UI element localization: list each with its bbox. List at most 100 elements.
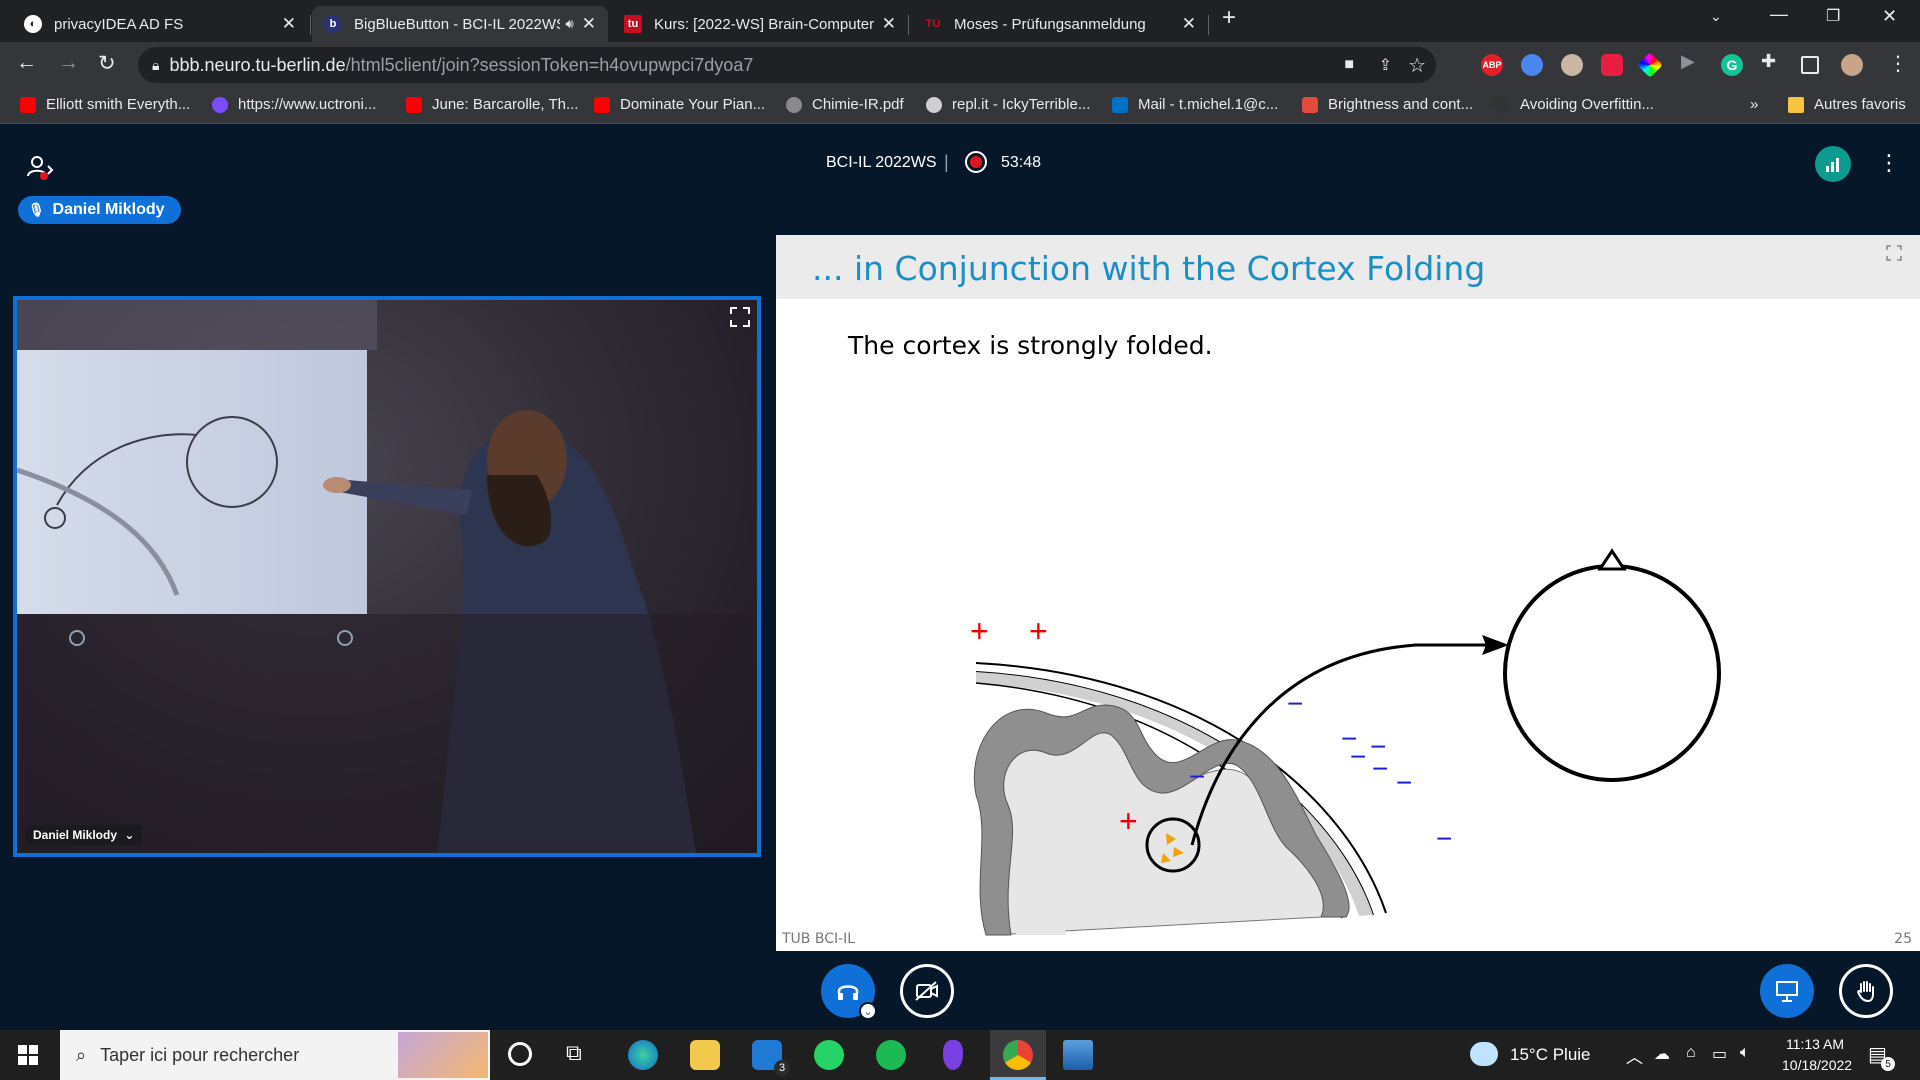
bookmark-item[interactable]: Brightness and cont... xyxy=(1302,96,1473,113)
options-menu-icon[interactable]: ⋮ xyxy=(1878,150,1900,176)
minus-label: − xyxy=(1189,761,1206,792)
lock-icon[interactable]: 🔒︎ xyxy=(152,57,159,74)
address-bar[interactable]: 🔒︎ bbb.neuro.tu-berlin.de/html5client/jo… xyxy=(138,47,1436,83)
grammarly-icon[interactable]: G xyxy=(1721,54,1743,76)
share-icon[interactable]: ⇪ xyxy=(1379,55,1392,75)
task-view-icon[interactable]: ⧉ xyxy=(566,1040,582,1066)
extensions-puzzle-icon[interactable]: ✚ xyxy=(1761,51,1783,73)
bookmark-item[interactable]: Mail - t.michel.1@c... xyxy=(1112,96,1278,113)
tab-title: Moses - Prüfungsanmeldung xyxy=(954,15,1146,33)
connection-status-button[interactable] xyxy=(1815,146,1851,182)
mail-icon[interactable]: 3 xyxy=(752,1040,790,1076)
reload-icon[interactable]: ↻ xyxy=(98,51,116,76)
restore-icon[interactable]: ❐ xyxy=(1826,6,1840,26)
globe-icon xyxy=(786,96,802,113)
audio-playing-icon[interactable]: 🔊︎ xyxy=(566,16,574,32)
bookmark-item[interactable]: Avoiding Overfittin... xyxy=(1494,96,1654,113)
recording-indicator-icon[interactable] xyxy=(965,151,987,173)
clock-date: 10/18/2022 xyxy=(1782,1057,1853,1073)
extension-color-icon[interactable] xyxy=(1637,52,1663,78)
browser-menu-icon[interactable]: ⋮ xyxy=(1888,51,1908,76)
tab-kurs[interactable]: tu Kurs: [2022-WS] Brain-Computer ✕ xyxy=(612,6,908,42)
file-explorer-icon[interactable] xyxy=(690,1040,720,1070)
raise-hand-button[interactable] xyxy=(1839,964,1893,1018)
windows-start-icon[interactable] xyxy=(18,1045,38,1065)
tab-moses[interactable]: TU Moses - Prüfungsanmeldung ✕ xyxy=(912,6,1208,42)
close-window-icon[interactable]: ✕ xyxy=(1882,6,1897,27)
side-panel-icon[interactable] xyxy=(1801,56,1819,74)
close-tab-icon[interactable]: ✕ xyxy=(882,14,896,34)
chevron-down-icon: ⌄ xyxy=(124,828,135,842)
user-list-toggle-icon[interactable] xyxy=(26,154,56,182)
bookmark-item[interactable]: https://www.uctroni... xyxy=(212,96,376,113)
hand-icon xyxy=(1857,981,1874,1003)
device-icon[interactable]: ⌂ xyxy=(1686,1044,1696,1062)
outlook-icon xyxy=(1112,96,1128,113)
camera-blocked-icon[interactable]: ■ xyxy=(1344,56,1354,74)
recording-time: 53:48 xyxy=(1001,154,1042,171)
fullscreen-icon[interactable] xyxy=(729,306,751,328)
close-tab-icon[interactable]: ✕ xyxy=(582,14,596,34)
close-tab-icon[interactable]: ✕ xyxy=(1182,14,1196,34)
tab-privacyidea[interactable]: ◐ privacyIDEA AD FS ✕ xyxy=(12,6,308,42)
presentation-toggle-button[interactable] xyxy=(1760,964,1814,1018)
bookmark-item[interactable]: repl.it - IckyTerrible... xyxy=(926,96,1090,113)
webcam-video[interactable]: Daniel Miklody ⌄ xyxy=(13,296,761,857)
minimize-icon[interactable]: — xyxy=(1770,4,1788,25)
youtube-icon xyxy=(594,96,610,113)
clock[interactable]: 11:13 AM 10/18/2022 xyxy=(1782,1036,1853,1073)
notification-count: 5 xyxy=(1881,1057,1895,1071)
plus-label: + xyxy=(1029,613,1048,649)
webcam-username-dropdown[interactable]: Daniel Miklody ⌄ xyxy=(25,825,143,845)
cortana-icon[interactable] xyxy=(508,1042,532,1066)
forward-icon[interactable]: → xyxy=(58,51,79,75)
volume-icon[interactable]: 🔈︎ xyxy=(1740,1044,1750,1062)
weather-text[interactable]: 15°C Pluie xyxy=(1510,1045,1591,1065)
windows-taskbar: ⌕ Taper ici pour rechercher ⧉ 3 15°C Plu… xyxy=(0,1030,1920,1080)
chrome-taskbar-button[interactable] xyxy=(990,1030,1046,1080)
back-icon[interactable]: ← xyxy=(16,51,37,75)
edge-icon[interactable] xyxy=(628,1040,658,1070)
minus-label: − xyxy=(1350,741,1367,772)
signal-bars-icon xyxy=(1826,158,1839,172)
bookmarks-overflow[interactable]: » xyxy=(1750,96,1758,113)
bookmark-item[interactable]: Elliott smith Everyth... xyxy=(20,96,190,113)
folder-icon xyxy=(1788,96,1804,113)
new-tab-icon[interactable]: + xyxy=(1222,4,1236,32)
share-webcam-button[interactable] xyxy=(900,964,954,1018)
bookmark-item[interactable]: June: Barcarolle, Th... xyxy=(406,96,578,113)
title-separator: | xyxy=(944,152,949,172)
onedrive-cloud-icon[interactable]: ☁ xyxy=(1654,1044,1670,1064)
talking-indicator[interactable]: 🎙︎ Daniel Miklody xyxy=(18,196,181,224)
bigbluebutton-favicon-icon: b xyxy=(324,15,342,33)
close-tab-icon[interactable]: ✕ xyxy=(282,14,296,34)
extension-red-icon[interactable] xyxy=(1601,54,1623,76)
minus-label: − xyxy=(1436,823,1453,854)
bookmark-star-icon[interactable]: ☆ xyxy=(1408,53,1426,78)
profile-avatar[interactable] xyxy=(1841,54,1863,76)
chevron-down-icon[interactable]: ⌄ xyxy=(859,1002,877,1020)
taskbar-search-input[interactable]: ⌕ Taper ici pour rechercher xyxy=(60,1030,490,1080)
presentation-slide[interactable]: ... in Conjunction with the Cortex Foldi… xyxy=(776,235,1920,951)
extension-play-icon[interactable]: ▶ xyxy=(1681,51,1703,73)
audio-button[interactable]: ⌄ xyxy=(821,964,877,1020)
replit-icon xyxy=(926,96,942,113)
extension-blue-icon[interactable] xyxy=(1521,54,1543,76)
obsidian-icon[interactable] xyxy=(943,1040,963,1070)
photos-icon[interactable] xyxy=(1063,1040,1093,1070)
battery-icon[interactable]: ▭ xyxy=(1712,1044,1727,1064)
bookmark-item[interactable]: Dominate Your Pian... xyxy=(594,96,765,113)
adblock-plus-icon[interactable]: ABP xyxy=(1481,54,1503,76)
weather-cloud-icon[interactable] xyxy=(1470,1042,1498,1066)
tab-bigbluebutton[interactable]: b BigBlueButton - BCI-IL 2022WS 🔊︎ ✕ xyxy=(312,6,608,42)
other-bookmarks[interactable]: Autres favoris xyxy=(1788,96,1906,113)
tab-search-chevron-icon[interactable]: ⌄ xyxy=(1710,8,1722,25)
spotify-icon[interactable] xyxy=(876,1040,906,1070)
tab-title: privacyIDEA AD FS xyxy=(54,15,184,33)
whatsapp-icon[interactable] xyxy=(814,1040,844,1070)
browser-toolbar: ← → ↻ 🔒︎ bbb.neuro.tu-berlin.de/html5cli… xyxy=(0,42,1920,88)
bookmark-item[interactable]: Chimie-IR.pdf xyxy=(786,96,904,113)
extension-face-icon[interactable] xyxy=(1561,54,1583,76)
chevron-up-icon[interactable]: ︿ xyxy=(1626,1043,1643,1068)
search-highlight-image xyxy=(398,1032,488,1078)
